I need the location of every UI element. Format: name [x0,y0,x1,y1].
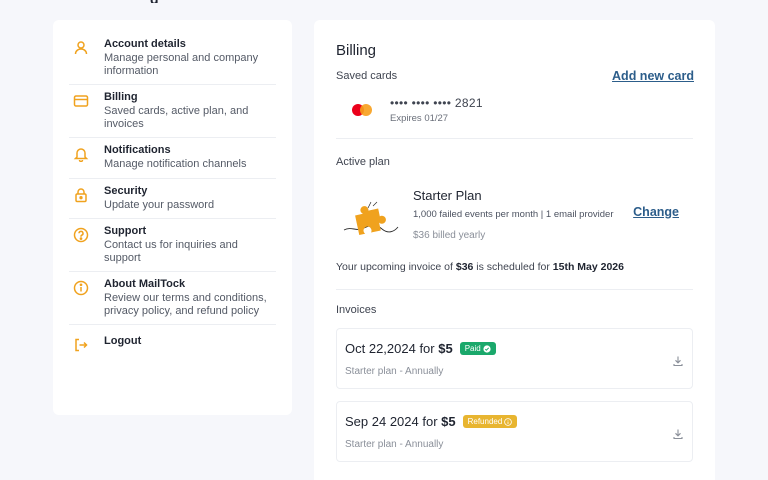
sidebar-item-title: Support [104,225,147,237]
active-plan-label: Active plan [336,156,390,168]
active-plan-card: Starter Plan 1,000 failed events per mon… [336,180,693,249]
status-badge: Paid [459,342,496,355]
card-expiry: Expires 01/27 [390,113,449,124]
invoice-title: Oct 22,2024 for $5 [345,341,453,356]
sidebar-item-desc: Manage notification channels [104,158,247,170]
plan-name: Starter Plan [413,188,482,203]
check-circle-icon [483,344,491,353]
sidebar-item-support[interactable]: Support Contact us for inquiries and sup… [69,219,276,272]
download-icon[interactable] [672,428,684,440]
sidebar-item-desc: Saved cards, active plan, and invoices [104,105,249,130]
sidebar-item-title: About MailTock [104,278,186,290]
invoice-date: Oct 22,2024 for [345,341,439,356]
card-number: •••• •••• •••• 2821 [390,96,483,110]
sidebar-item-title: Logout [104,335,142,347]
credit-card-icon [73,93,89,109]
invoice-plan: Starter plan - Annually [345,366,444,377]
change-plan-link[interactable]: Change [633,205,679,219]
logout-icon [73,337,89,353]
sidebar-item-desc: Contact us for inquiries and support [104,239,238,264]
sidebar-item-title: Account details [104,38,186,50]
invoice-row[interactable]: Oct 22,2024 for $5 Paid Starter plan - A… [336,328,693,389]
puzzle-piece-illustration [342,194,400,236]
sidebar-item-about[interactable]: About MailTock Review our terms and cond… [69,272,276,325]
sidebar-item-title: Billing [104,91,138,103]
sidebar-item-desc: Update your password [104,198,215,211]
sidebar-item-billing[interactable]: Billing Saved cards, active plan, and in… [69,85,276,138]
sidebar-item-desc: Manage personal and company information [104,52,259,77]
invoice-amount: $5 [438,341,453,356]
mastercard-icon [352,102,376,118]
info-icon [73,280,89,296]
invoice-date: Sep 24 2024 for [345,414,442,429]
status-badge: Refunded [462,415,518,428]
upcoming-middle: is scheduled for [473,261,553,273]
sidebar-item-desc: Review our terms and conditions, privacy… [104,292,267,317]
billing-panel: Billing Saved cards Add new card •••• ••… [314,20,715,480]
bell-icon [73,146,89,162]
lock-icon [73,187,89,203]
upcoming-prefix: Your upcoming invoice of [336,261,456,273]
invoices-label: Invoices [336,289,693,316]
question-icon [73,227,89,243]
settings-sidebar: Account details Manage personal and comp… [53,20,292,415]
sidebar-item-notifications[interactable]: Notifications Manage notification channe… [69,138,276,179]
plan-features: 1,000 failed events per month | 1 email … [413,209,614,220]
invoice-amount: $5 [441,414,456,429]
add-new-card-link[interactable]: Add new card [612,69,694,83]
sidebar-item-security[interactable]: Security Update your password [69,179,276,219]
user-icon [73,40,89,56]
upcoming-amount: $36 [455,261,474,273]
page-title: Billing [336,42,377,59]
download-icon[interactable] [672,355,684,367]
sidebar-item-title: Notifications [104,144,171,156]
invoice-plan: Starter plan - Annually [345,439,444,450]
upcoming-date: 15th May 2026 [552,261,624,273]
status-badge-label: Refunded [467,417,503,426]
sidebar-item-account-details[interactable]: Account details Manage personal and comp… [69,32,276,85]
saved-cards-label: Saved cards [336,70,398,82]
sidebar-item-title: Security [104,184,148,197]
page-heading-cutoff: g [150,0,210,3]
invoice-row[interactable]: Sep 24 2024 for $5 Refunded Starter plan… [336,401,693,462]
upcoming-invoice-text: Your upcoming invoice of $36 is schedule… [336,261,693,273]
saved-card[interactable]: •••• •••• •••• 2821 Expires 01/27 [336,96,693,139]
invoice-title: Sep 24 2024 for $5 [345,414,456,429]
sidebar-item-logout[interactable]: Logout [69,325,276,360]
plan-price: $36 billed yearly [413,230,486,241]
info-circle-icon [504,417,513,426]
status-badge-label: Paid [464,344,481,353]
